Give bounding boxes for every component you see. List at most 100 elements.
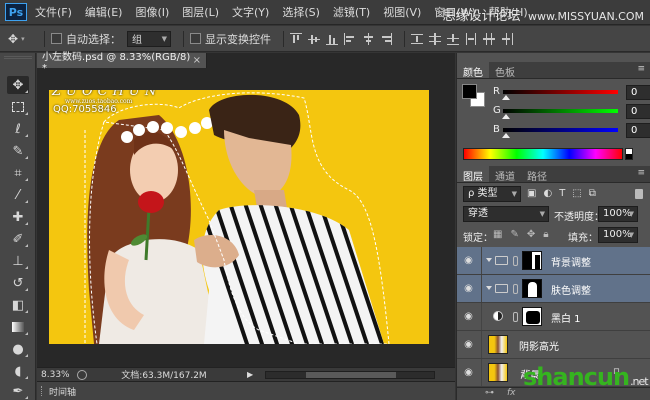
healing-brush-tool-icon[interactable]: ✚	[7, 208, 29, 226]
move-tool-preset-icon[interactable]: ✥ ▾	[8, 30, 38, 48]
visibility-eye-icon[interactable]: ◉	[463, 339, 474, 350]
lock-position-icon[interactable]: ✥	[527, 229, 535, 240]
layer-style-icon[interactable]: fx	[507, 388, 516, 398]
menu-view[interactable]: 视图(V)	[383, 4, 421, 20]
filter-adjustment-icon[interactable]: ◐	[543, 188, 552, 199]
eyedropper-tool-icon[interactable]: ⁄	[7, 186, 29, 204]
quick-select-tool-icon[interactable]: ✎	[7, 142, 29, 160]
tab-paths[interactable]: 路径	[521, 166, 553, 183]
red-slider-track[interactable]	[503, 90, 618, 94]
menu-select[interactable]: 选择(S)	[282, 4, 320, 20]
visibility-eye-icon[interactable]: ◉	[463, 255, 474, 266]
filter-pixel-icon[interactable]: ▣	[527, 188, 536, 199]
align-bottom-icon[interactable]	[326, 33, 338, 45]
move-tool-icon[interactable]: ✥	[7, 76, 29, 94]
marquee-tool-icon[interactable]	[7, 98, 29, 116]
green-slider-track[interactable]	[503, 109, 618, 113]
close-tab-icon[interactable]: ×	[193, 55, 201, 66]
menu-layer[interactable]: 图层(L)	[182, 4, 219, 20]
crop-tool-icon[interactable]: ⌗	[7, 164, 29, 182]
auto-select-dropdown[interactable]: 组 ▼	[127, 30, 171, 47]
layer-name[interactable]: 黑白 1	[551, 310, 581, 325]
lock-image-icon[interactable]: ✎	[510, 229, 518, 240]
menu-edit[interactable]: 编辑(E)	[85, 4, 123, 20]
horizontal-scrollbar[interactable]	[265, 370, 436, 379]
toolbar-grip[interactable]	[4, 56, 32, 59]
expand-triangle-icon[interactable]	[486, 286, 492, 290]
clone-stamp-tool-icon[interactable]: ⊥	[7, 252, 29, 270]
color-spectrum-bar[interactable]	[463, 148, 623, 160]
layer-name[interactable]: 肤色调整	[551, 282, 591, 297]
panel-menu-icon[interactable]: ≡	[637, 168, 645, 178]
distribute-top-icon[interactable]	[411, 33, 423, 45]
panel-menu-icon[interactable]: ≡	[637, 64, 645, 74]
green-value-input[interactable]: 0	[626, 104, 650, 119]
opacity-input[interactable]: 100% ▼	[598, 206, 638, 222]
layer-thumbnail[interactable]	[488, 363, 508, 382]
blue-slider-track[interactable]	[503, 128, 618, 132]
layer-name[interactable]: 背景调整	[551, 254, 591, 269]
brush-tool-icon[interactable]: ✐	[7, 230, 29, 248]
menu-image[interactable]: 图像(I)	[135, 4, 169, 20]
layer-filter-dropdown[interactable]: ρ 类型 ▼	[463, 186, 521, 202]
red-value-input[interactable]: 0	[626, 85, 650, 100]
document-tab[interactable]: 小左数码.psd @ 8.33%(RGB/8) * ×	[37, 52, 207, 74]
layer-mask-thumbnail[interactable]	[522, 307, 542, 326]
zoom-level[interactable]: 8.33%	[41, 370, 77, 380]
panel-grip[interactable]	[41, 386, 43, 396]
status-menu-arrow-icon[interactable]: ▶	[247, 370, 253, 379]
lock-transparent-icon[interactable]: ▦	[493, 229, 502, 240]
distribute-left-icon[interactable]	[465, 32, 477, 45]
lock-all-icon[interactable]: 🔒︎	[543, 229, 548, 240]
link-layers-icon[interactable]: ⊶	[485, 388, 494, 398]
blue-slider-thumb[interactable]	[502, 133, 510, 138]
layer-thumbnail[interactable]	[488, 335, 508, 354]
red-slider-thumb[interactable]	[502, 95, 510, 100]
filter-type-icon[interactable]: T	[559, 188, 565, 199]
pen-tool-icon[interactable]: ✒	[7, 382, 29, 400]
green-slider-thumb[interactable]	[502, 114, 510, 119]
tab-channels[interactable]: 通道	[489, 166, 521, 183]
tab-color[interactable]: 颜色	[457, 62, 489, 79]
scrollbar-thumb[interactable]	[306, 371, 397, 378]
align-right-icon[interactable]	[380, 32, 392, 45]
auto-select-checkbox[interactable]	[51, 33, 62, 44]
filter-toggle-icon[interactable]	[635, 189, 643, 199]
tab-layers[interactable]: 图层	[457, 166, 489, 183]
expand-triangle-icon[interactable]	[486, 258, 492, 262]
layer-row[interactable]: ◉ 阴影高光	[457, 331, 650, 359]
filter-shape-icon[interactable]: ⬚	[572, 188, 581, 199]
gradient-tool-icon[interactable]	[7, 318, 29, 336]
black-white-ramp[interactable]	[625, 148, 633, 160]
show-transform-checkbox[interactable]	[190, 33, 201, 44]
lasso-tool-icon[interactable]: ℓ	[7, 120, 29, 138]
visibility-eye-icon[interactable]: ◉	[463, 367, 474, 378]
blue-value-input[interactable]: 0	[626, 123, 650, 138]
status-info-icon[interactable]	[77, 369, 87, 380]
eraser-tool-icon[interactable]: ◧	[7, 296, 29, 314]
menu-filter[interactable]: 滤镜(T)	[333, 4, 370, 20]
menu-file[interactable]: 文件(F)	[35, 4, 72, 20]
layer-mask-thumbnail[interactable]	[522, 279, 542, 298]
dodge-tool-icon[interactable]: ◖	[7, 362, 29, 380]
history-brush-tool-icon[interactable]: ↺	[7, 274, 29, 292]
foreground-color-swatch[interactable]	[462, 84, 477, 99]
distribute-vcenter-icon[interactable]	[429, 32, 441, 45]
align-left-icon[interactable]	[344, 32, 356, 45]
layer-mask-thumbnail[interactable]	[522, 251, 542, 270]
visibility-eye-icon[interactable]: ◉	[463, 311, 474, 322]
visibility-eye-icon[interactable]: ◉	[463, 283, 474, 294]
fill-input[interactable]: 100% ▼	[598, 227, 638, 243]
layer-row[interactable]: ◉ 黑白 1	[457, 303, 650, 331]
align-vertical-center-icon[interactable]	[308, 33, 320, 45]
filter-smart-object-icon[interactable]: ⧉	[589, 188, 596, 199]
layer-row[interactable]: ◉ 肤色调整	[457, 275, 650, 303]
layer-name[interactable]: 阴影高光	[519, 338, 559, 353]
distribute-right-icon[interactable]	[501, 32, 513, 45]
blur-tool-icon[interactable]: ●	[7, 340, 29, 358]
menu-type[interactable]: 文字(Y)	[232, 4, 269, 20]
document-canvas[interactable]: ZUOCHUN www.zuos.taobao.com QQ:7055846	[49, 90, 429, 344]
distribute-hcenter-icon[interactable]	[483, 32, 495, 45]
timeline-label[interactable]: 时间轴	[49, 385, 76, 398]
align-top-icon[interactable]	[290, 32, 302, 45]
